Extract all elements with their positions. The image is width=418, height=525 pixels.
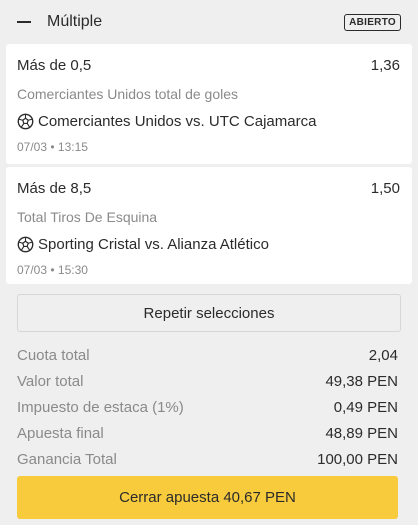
summary-value: 49,38 PEN <box>325 373 398 390</box>
summary-value: 100,00 PEN <box>317 451 398 468</box>
selection-item: Más de 8,5 1,50 Total Tiros De Esquina S… <box>6 167 412 284</box>
selection-pick: Más de 8,5 <box>17 180 92 197</box>
summary-row-final-stake: Apuesta final 48,89 PEN <box>17 421 398 447</box>
bet-summary: Cuota total 2,04 Valor total 49,38 PEN I… <box>17 343 398 473</box>
soccer-ball-icon <box>17 113 34 129</box>
summary-row-stake-tax: Impuesto de estaca (1%) 0,49 PEN <box>17 395 398 421</box>
selection-datetime: 07/03 • 15:30 <box>17 263 88 277</box>
soccer-ball-icon <box>17 236 34 252</box>
summary-value: 0,49 PEN <box>333 399 398 416</box>
selection-item: Más de 0,5 1,36 Comerciantes Unidos tota… <box>6 44 412 164</box>
summary-row-total-winnings: Ganancia Total 100,00 PEN <box>17 447 398 473</box>
bet-card: Múltiple ABIERTO Más de 0,5 1,36 Comerci… <box>0 0 418 525</box>
status-badge: ABIERTO <box>344 13 401 31</box>
selection-market: Comerciantes Unidos total de goles <box>17 86 239 102</box>
summary-row-total-odds: Cuota total 2,04 <box>17 343 398 369</box>
selection-odds: 1,36 <box>370 57 400 74</box>
summary-label: Ganancia Total <box>17 451 117 468</box>
minus-icon[interactable] <box>17 21 31 23</box>
summary-row-total-stake: Valor total 49,38 PEN <box>17 369 398 395</box>
repeat-selections-button[interactable]: Repetir selecciones <box>17 294 401 332</box>
selection-pick: Más de 0,5 <box>17 57 92 74</box>
bet-header[interactable]: Múltiple ABIERTO <box>0 0 418 44</box>
summary-value: 48,89 PEN <box>325 425 398 442</box>
selection-odds: 1,50 <box>370 180 400 197</box>
bet-type-title: Múltiple <box>47 13 103 30</box>
selection-datetime: 07/03 • 13:15 <box>17 140 88 154</box>
summary-label: Impuesto de estaca (1%) <box>17 399 184 416</box>
summary-label: Valor total <box>17 373 84 390</box>
selection-event[interactable]: Comerciantes Unidos vs. UTC Cajamarca <box>38 113 316 130</box>
summary-value: 2,04 <box>368 347 398 364</box>
summary-label: Apuesta final <box>17 425 104 442</box>
summary-label: Cuota total <box>17 347 90 364</box>
selection-market: Total Tiros De Esquina <box>17 209 158 225</box>
selection-event[interactable]: Sporting Cristal vs. Alianza Atlético <box>38 236 269 253</box>
cashout-button[interactable]: Cerrar apuesta 40,67 PEN <box>17 476 398 519</box>
